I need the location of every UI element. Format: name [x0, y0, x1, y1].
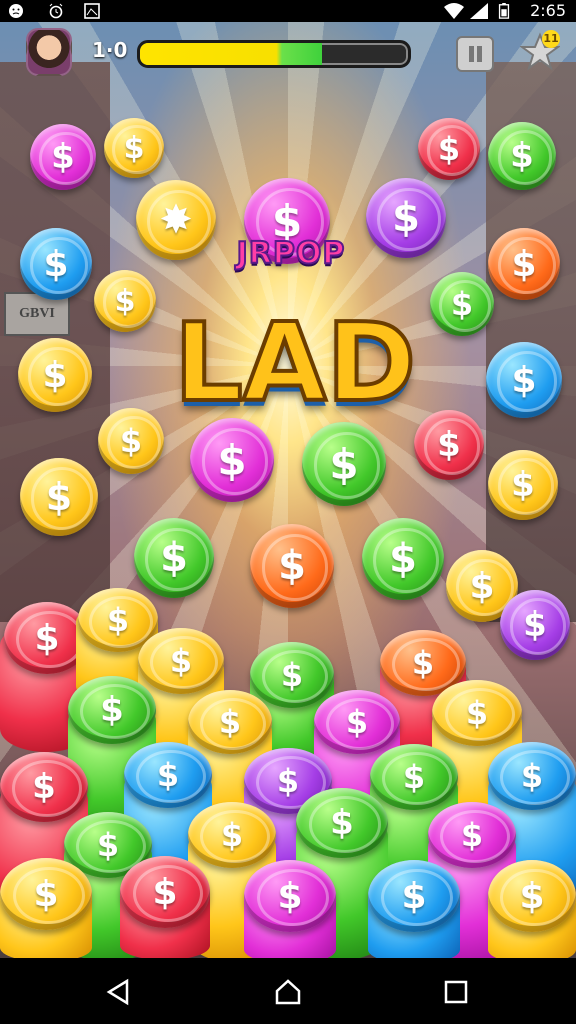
battery-icon — [498, 3, 510, 19]
coin-red[interactable]: $ — [120, 856, 210, 928]
home-button[interactable] — [270, 974, 306, 1010]
coin-blue[interactable]: $ — [486, 342, 562, 418]
coin-green[interactable]: $ — [296, 788, 388, 858]
coin-blue[interactable]: $ — [368, 860, 460, 932]
image-icon — [84, 3, 100, 19]
status-bar: 2:65 — [0, 0, 576, 22]
coin-gold[interactable]: ✸ — [136, 180, 216, 260]
back-triangle-icon — [106, 978, 129, 1006]
signal-icon — [470, 3, 488, 19]
progress-bar-fill — [140, 43, 323, 65]
coin-gold[interactable]: $ — [432, 680, 522, 746]
coin-magenta[interactable]: $ — [30, 124, 96, 190]
coin-red[interactable]: $ — [418, 118, 480, 180]
coin-orange[interactable]: $ — [250, 524, 334, 608]
coin-magenta[interactable]: $ — [314, 690, 400, 754]
score-text: 1·0 — [92, 38, 128, 62]
coin-green[interactable]: $ — [488, 122, 556, 190]
home-icon — [275, 979, 301, 1005]
game-scene[interactable]: GBVI 1·0 11 $ $ ✸ $ $ $ $ $ $ $ $ $ $ $ … — [0, 22, 576, 958]
coin-gold[interactable]: $ — [488, 860, 576, 932]
game-logo-small: JRPOP — [236, 235, 346, 272]
coin-magenta[interactable]: $ — [190, 418, 274, 502]
navigation-bar — [0, 958, 576, 1024]
coin-blue[interactable]: $ — [488, 742, 576, 810]
recents-button[interactable] — [438, 974, 474, 1010]
coin-gold[interactable]: $ — [188, 690, 272, 754]
coin-gold[interactable]: $ — [188, 802, 276, 868]
coin-purple[interactable]: $ — [500, 590, 570, 660]
coin-red[interactable]: $ — [0, 752, 88, 822]
pause-button[interactable] — [456, 36, 494, 72]
coin-green[interactable]: $ — [68, 676, 156, 744]
coin-magenta[interactable]: $ — [244, 860, 336, 932]
coin-green[interactable]: $ — [302, 422, 386, 506]
coin-gold[interactable]: $ — [138, 628, 224, 694]
coin-gold[interactable]: $ — [104, 118, 164, 178]
pause-icon-bar — [476, 46, 482, 62]
pause-icon — [468, 46, 474, 62]
coin-blue[interactable]: $ — [20, 228, 92, 300]
coin-magenta[interactable]: $ — [428, 802, 516, 868]
status-time: 2:65 — [530, 1, 566, 20]
coin-green[interactable]: $ — [370, 744, 458, 810]
coin-gold[interactable]: $ — [20, 458, 98, 536]
coin-green[interactable]: $ — [362, 518, 444, 600]
coin-purple[interactable]: $ — [366, 178, 446, 258]
coin-gold[interactable]: $ — [18, 338, 92, 412]
wifi-icon — [444, 3, 464, 19]
coin-gold[interactable]: $ — [0, 858, 92, 930]
emoji-face-icon — [9, 4, 23, 18]
recents-square-icon — [444, 980, 468, 1004]
avatar[interactable] — [26, 28, 72, 76]
coin-blue[interactable]: $ — [124, 742, 212, 808]
alarm-icon — [49, 3, 63, 19]
back-button[interactable] — [100, 974, 136, 1010]
star-badge: 11 — [542, 30, 560, 48]
coin-green[interactable]: $ — [250, 642, 334, 708]
coin-gold[interactable]: $ — [488, 450, 558, 520]
coin-green[interactable]: $ — [134, 518, 214, 598]
progress-bar — [137, 40, 411, 68]
coin-orange[interactable]: $ — [488, 228, 560, 300]
game-logo: LAD — [172, 301, 418, 426]
